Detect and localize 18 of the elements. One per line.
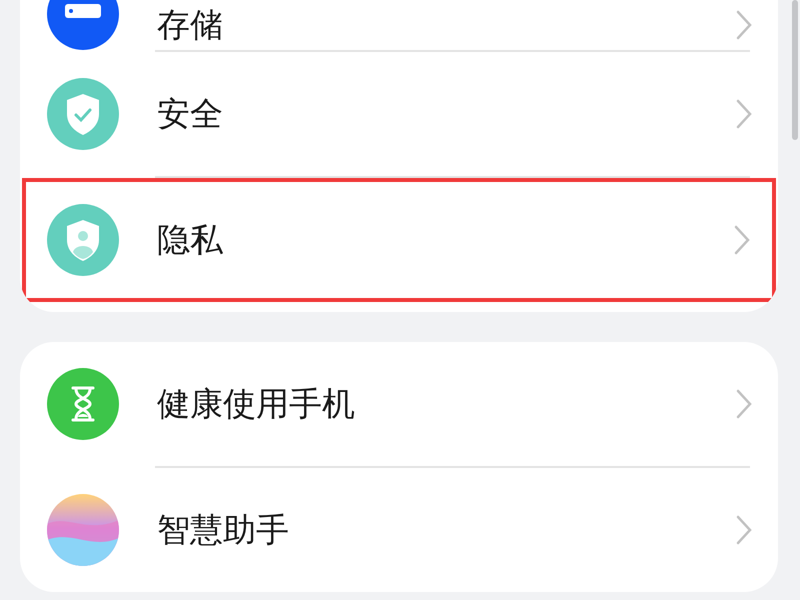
row-label: 隐私 [157,218,224,260]
row-label: 智慧助手 [157,508,290,550]
row-label: 存储 [157,4,224,46]
settings-row[interactable]: 存储 [20,0,778,50]
settings-row[interactable]: 智慧助手 [20,468,778,592]
settings-row[interactable]: 隐私 [22,178,776,302]
chevron-right-icon [736,10,752,40]
chevron-right-icon [734,225,750,255]
settings-row[interactable]: 健康使用手机 [20,342,778,466]
settings-row[interactable]: 安全 [20,52,778,176]
shield-person-icon [47,204,119,276]
hourglass-icon [47,368,119,440]
shield-check-icon [47,78,119,150]
chevron-right-icon [736,515,752,545]
row-label: 安全 [157,92,224,134]
row-label: 健康使用手机 [157,382,356,424]
chevron-right-icon [736,389,752,419]
chevron-right-icon [736,99,752,129]
